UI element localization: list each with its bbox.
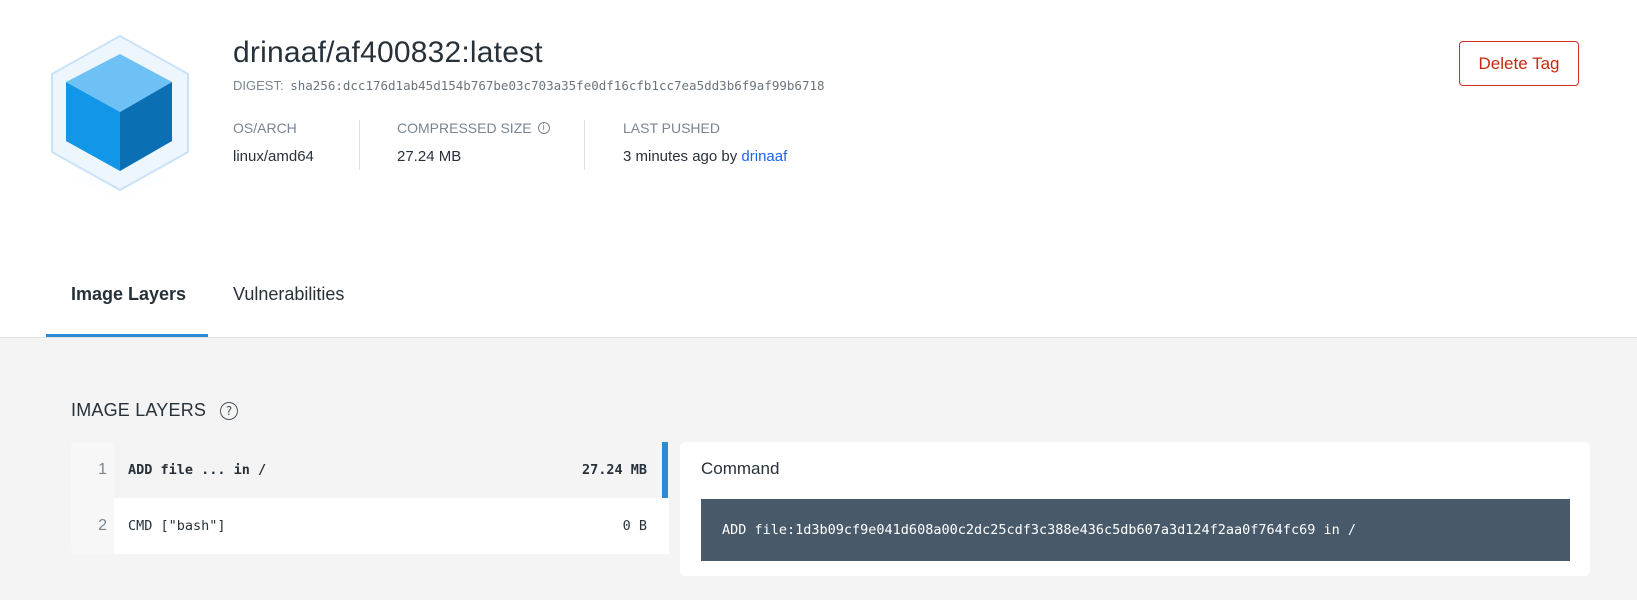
pushed-time: 3 minutes ago by bbox=[623, 148, 738, 165]
meta-value: linux/amd64 bbox=[233, 148, 314, 165]
tag-header: drinaaf/af400832:latest DIGEST: sha256:d… bbox=[0, 0, 1637, 338]
layer-index: 2 bbox=[98, 517, 107, 534]
layer-size: 27.24 MB bbox=[581, 462, 647, 478]
user-link[interactable]: drinaaf bbox=[741, 148, 787, 165]
meta-label: OS/ARCH bbox=[233, 120, 297, 136]
page-title: drinaaf/af400832:latest bbox=[233, 36, 543, 69]
meta-label: COMPRESSED SIZE bbox=[397, 120, 532, 136]
meta-label: LAST PUSHED bbox=[623, 120, 720, 136]
tab-vulnerabilities[interactable]: Vulnerabilities bbox=[233, 284, 344, 305]
delete-tag-button[interactable]: Delete Tag bbox=[1459, 41, 1579, 86]
layer-body: CMD ["bash"] 0 B bbox=[114, 498, 669, 554]
cube-icon bbox=[50, 34, 190, 194]
layers-list: 1 ADD file ... in / 27.24 MB 2 CMD ["bas… bbox=[71, 442, 669, 555]
question-circle-icon[interactable]: ? bbox=[220, 401, 239, 420]
command-panel: Command ADD file:1d3b09cf9e041d608a00c2d… bbox=[680, 442, 1590, 576]
layer-command: CMD ["bash"] bbox=[128, 518, 226, 534]
meta-last-pushed: LAST PUSHED 3 minutes ago by drinaaf bbox=[623, 120, 787, 172]
meta-compressed-size: COMPRESSED SIZE i 27.24 MB bbox=[397, 120, 550, 172]
section-title: IMAGE LAYERS ? bbox=[71, 400, 239, 421]
digest: DIGEST: sha256:dcc176d1ab45d154b767be03c… bbox=[233, 78, 825, 93]
layer-row[interactable]: 1 ADD file ... in / 27.24 MB bbox=[71, 442, 669, 498]
active-tab-indicator bbox=[46, 334, 208, 337]
layer-row[interactable]: 2 CMD ["bash"] 0 B bbox=[71, 498, 669, 554]
digest-label: DIGEST: bbox=[233, 78, 284, 93]
digest-value: sha256:dcc176d1ab45d154b767be03c703a35fe… bbox=[290, 78, 825, 93]
meta-os-arch: OS/ARCH linux/amd64 bbox=[233, 120, 314, 172]
layer-command: ADD file ... in / bbox=[128, 462, 267, 478]
section-title-text: IMAGE LAYERS bbox=[71, 400, 207, 420]
layer-body: ADD file ... in / 27.24 MB bbox=[114, 442, 669, 498]
tab-image-layers[interactable]: Image Layers bbox=[71, 284, 186, 305]
meta-value: 3 minutes ago by drinaaf bbox=[623, 148, 787, 165]
meta-value: 27.24 MB bbox=[397, 148, 462, 165]
selected-layer-indicator bbox=[662, 442, 668, 498]
command-title: Command bbox=[701, 459, 780, 478]
meta-label-row: COMPRESSED SIZE i bbox=[397, 120, 550, 136]
command-text: ADD file:1d3b09cf9e041d608a00c2dc25cdf3c… bbox=[701, 499, 1570, 561]
divider bbox=[584, 120, 585, 170]
divider bbox=[359, 120, 360, 170]
layer-index: 1 bbox=[98, 461, 107, 478]
info-icon[interactable]: i bbox=[537, 122, 550, 134]
layer-size: 0 B bbox=[622, 518, 647, 534]
